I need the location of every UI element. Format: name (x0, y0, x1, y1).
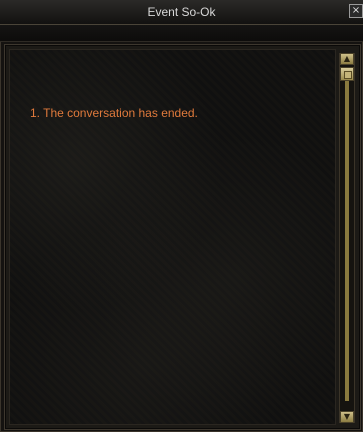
message-line: 1. The conversation has ended. (30, 106, 198, 120)
close-button[interactable]: × (349, 4, 363, 18)
scroll-thumb[interactable] (340, 67, 354, 81)
vertical-scrollbar[interactable]: ▲ ▼ (339, 53, 355, 423)
event-dialog-window: Event So-Ok × 1. The conversation has en… (0, 0, 363, 432)
scroll-up-button[interactable]: ▲ (340, 53, 354, 65)
scroll-track[interactable] (345, 81, 349, 401)
close-icon: × (351, 5, 361, 16)
scroll-down-button[interactable]: ▼ (340, 411, 354, 423)
toolbar-strip (0, 25, 363, 42)
message-area: 1. The conversation has ended. (9, 49, 336, 425)
scroll-up-arrow-icon: ▲ (343, 54, 351, 63)
thumb-grip-icon (344, 71, 352, 79)
scroll-down-arrow-icon: ▼ (343, 412, 351, 421)
content-frame: 1. The conversation has ended. ▲ ▼ (4, 44, 361, 430)
window-title: Event So-Ok (147, 5, 216, 19)
title-bar[interactable]: Event So-Ok × (0, 0, 363, 25)
